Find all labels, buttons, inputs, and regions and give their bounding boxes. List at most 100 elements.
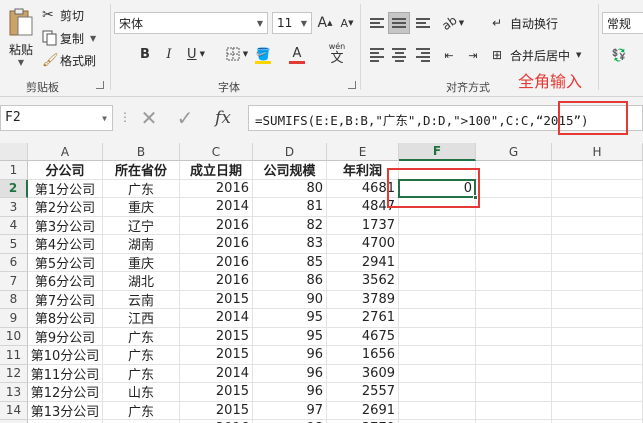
table-cell[interactable]: 2691	[327, 401, 399, 420]
paste-button[interactable]: 粘贴 ▼	[4, 4, 38, 70]
row-header[interactable]: 2	[0, 179, 28, 198]
table-cell[interactable]: 2016	[180, 235, 253, 254]
table-cell[interactable]	[399, 383, 476, 402]
table-cell[interactable]: 2014	[180, 198, 253, 217]
table-cell[interactable]: 第3分公司	[28, 216, 103, 235]
table-cell[interactable]: 第5分公司	[28, 253, 103, 272]
number-format-combo[interactable]: 常规	[602, 12, 643, 34]
table-cell[interactable]	[476, 383, 552, 402]
font-name-combo[interactable]: 宋体 ▼	[114, 12, 268, 34]
insert-function-button[interactable]: fx	[208, 105, 238, 131]
table-cell[interactable]	[552, 290, 643, 309]
copy-button[interactable]: 复制 ▼	[42, 29, 104, 47]
table-cell[interactable]	[476, 235, 552, 254]
table-cell[interactable]: 1656	[327, 346, 399, 365]
table-cell[interactable]: 86	[253, 272, 327, 291]
table-cell[interactable]	[552, 216, 643, 235]
table-cell[interactable]: 90	[253, 290, 327, 309]
table-cell[interactable]: 第7分公司	[28, 290, 103, 309]
table-cell[interactable]: 第6分公司	[28, 272, 103, 291]
orientation-button[interactable]: ab ▼	[438, 12, 468, 34]
table-cell[interactable]	[399, 401, 476, 420]
table-cell[interactable]: 2016	[180, 253, 253, 272]
table-cell[interactable]	[476, 253, 552, 272]
row-header[interactable]: 1	[0, 161, 28, 180]
merge-center-button[interactable]: ⊞ 合并后居中 ▼	[492, 44, 594, 66]
table-cell[interactable]: 2557	[327, 383, 399, 402]
grow-font-button[interactable]: A ▲	[316, 12, 334, 34]
table-cell[interactable]: 第11分公司	[28, 364, 103, 383]
table-cell[interactable]: 广东	[103, 401, 180, 420]
table-cell[interactable]	[399, 290, 476, 309]
align-top-button[interactable]	[366, 12, 388, 34]
table-cell[interactable]: 广东	[103, 346, 180, 365]
header-cell[interactable]	[552, 161, 643, 180]
column-header-f[interactable]: F	[399, 143, 476, 161]
column-header-e[interactable]: E	[327, 143, 399, 161]
column-header-d[interactable]: D	[253, 143, 327, 161]
table-cell[interactable]	[399, 309, 476, 328]
table-cell[interactable]: 97	[253, 401, 327, 420]
table-cell[interactable]: 2016	[180, 216, 253, 235]
header-cell[interactable]: 分公司	[28, 161, 103, 180]
table-cell[interactable]	[552, 198, 643, 217]
row-header[interactable]: 13	[0, 383, 28, 402]
table-cell[interactable]	[399, 235, 476, 254]
row-header[interactable]: 10	[0, 327, 28, 346]
cancel-button[interactable]: ✕	[136, 105, 162, 131]
table-cell[interactable]: 广东	[103, 327, 180, 346]
fill-color-button[interactable]: 🪣	[248, 44, 278, 66]
row-header[interactable]: 4	[0, 216, 28, 235]
align-bottom-button[interactable]	[412, 12, 434, 34]
table-cell[interactable]: 2015	[180, 327, 253, 346]
table-cell[interactable]: 2016	[180, 272, 253, 291]
table-cell[interactable]: 82	[253, 216, 327, 235]
font-size-combo[interactable]: 11 ▼	[272, 12, 312, 34]
table-cell[interactable]	[552, 272, 643, 291]
increase-indent-button[interactable]: ⇥	[462, 44, 484, 66]
table-cell[interactable]: 3562	[327, 272, 399, 291]
format-painter-button[interactable]: 🖌 格式刷	[42, 51, 104, 69]
table-cell[interactable]: 云南	[103, 290, 180, 309]
shrink-font-button[interactable]: A ▼	[338, 12, 356, 34]
row-header[interactable]: 6	[0, 253, 28, 272]
column-header-b[interactable]: B	[103, 143, 180, 161]
cut-button[interactable]: ✂ 剪切	[42, 6, 92, 24]
header-cell[interactable]	[476, 161, 552, 180]
enter-button[interactable]: ✓	[172, 105, 198, 131]
underline-button[interactable]: U ▼	[182, 44, 210, 64]
align-right-button[interactable]	[412, 44, 434, 66]
row-header[interactable]: 14	[0, 401, 28, 420]
table-cell[interactable]: 第2分公司	[28, 198, 103, 217]
font-color-button[interactable]: A	[282, 44, 312, 66]
table-cell[interactable]: 3789	[327, 290, 399, 309]
row-header[interactable]: 7	[0, 272, 28, 291]
spreadsheet-grid[interactable]: A B C D E F G H 1 分公司 所在省份 成立日期 公司规模 年利润 2 第1分公司 广东 2016 8…	[0, 143, 643, 423]
table-cell[interactable]	[476, 290, 552, 309]
align-left-button[interactable]	[366, 44, 388, 66]
table-cell[interactable]: 第1分公司	[28, 179, 103, 198]
table-cell[interactable]	[399, 216, 476, 235]
table-cell[interactable]	[476, 198, 552, 217]
table-cell[interactable]: 2015	[180, 290, 253, 309]
table-cell[interactable]	[399, 327, 476, 346]
table-cell[interactable]: 广东	[103, 364, 180, 383]
table-cell[interactable]: 4675	[327, 327, 399, 346]
table-cell[interactable]	[476, 309, 552, 328]
table-cell[interactable]: 80	[253, 179, 327, 198]
table-cell[interactable]	[552, 346, 643, 365]
table-cell[interactable]	[552, 309, 643, 328]
table-cell[interactable]: 2941	[327, 253, 399, 272]
select-all-corner[interactable]	[0, 143, 28, 161]
font-dialog-launcher[interactable]	[348, 81, 356, 89]
table-cell[interactable]: 辽宁	[103, 216, 180, 235]
table-cell[interactable]	[552, 253, 643, 272]
clipboard-dialog-launcher[interactable]	[96, 81, 104, 89]
align-center-button[interactable]	[388, 44, 410, 66]
table-cell[interactable]: 广东	[103, 179, 180, 198]
table-cell[interactable]: 湖北	[103, 272, 180, 291]
table-cell[interactable]	[476, 401, 552, 420]
table-cell[interactable]	[552, 235, 643, 254]
italic-button[interactable]: I	[160, 44, 178, 64]
table-cell[interactable]: 第12分公司	[28, 383, 103, 402]
